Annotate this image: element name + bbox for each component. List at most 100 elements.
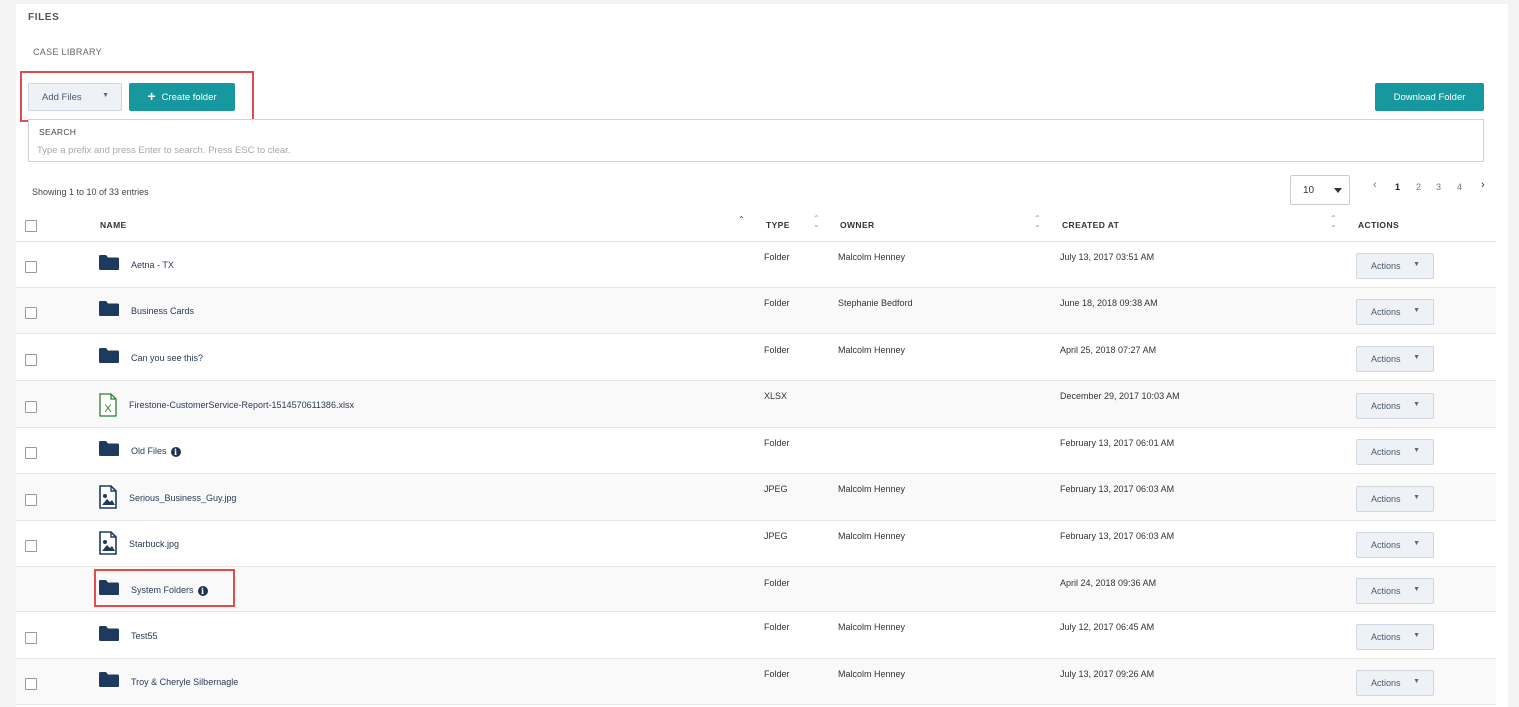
file-created-at: February 13, 2017 06:03 AM (1060, 531, 1175, 541)
file-owner: Stephanie Bedford (838, 298, 913, 308)
file-name-text: Firestone-CustomerService-Report-1514570… (129, 399, 354, 410)
pagination-page-4[interactable]: 4 (1457, 182, 1462, 192)
folder-icon[interactable] (98, 671, 120, 693)
table-row[interactable] (16, 567, 1496, 612)
actions-dropdown-button[interactable]: Actions ▼ (1356, 299, 1434, 325)
chevron-down-icon: ▼ (1413, 585, 1420, 593)
table-row[interactable] (16, 242, 1496, 288)
file-name-link[interactable]: Firestone-CustomerService-Report-1514570… (129, 400, 354, 410)
file-name-link[interactable]: Business Cards (131, 306, 194, 316)
chevron-down-icon: ▼ (1413, 447, 1420, 454)
actions-dropdown-button[interactable]: Actions ▼ (1356, 532, 1434, 558)
table-row[interactable] (16, 288, 1496, 334)
chevron-down-icon: ▼ (1413, 400, 1420, 408)
row-checkbox[interactable] (25, 400, 37, 413)
sort-icon[interactable]: ⌃ ⌄ (813, 215, 820, 229)
image-file-icon[interactable] (98, 484, 118, 514)
download-folder-button[interactable]: Download Folder (1375, 83, 1484, 111)
table-row[interactable] (16, 428, 1496, 474)
row-checkbox[interactable] (25, 261, 37, 273)
file-type: JPEG (764, 484, 788, 494)
actions-dropdown-button[interactable]: Actions ▼ (1356, 439, 1434, 465)
select-all-checkbox[interactable] (25, 220, 37, 232)
chevron-down-icon: ▼ (102, 92, 109, 99)
row-checkbox[interactable] (25, 493, 37, 506)
file-name-link[interactable]: Starbuck.jpg (129, 539, 179, 549)
table-row[interactable] (16, 612, 1496, 659)
search-box: SEARCH (28, 119, 1484, 162)
actions-dropdown-button[interactable]: Actions ▼ (1356, 670, 1434, 696)
chevron-down-icon: ▼ (1413, 631, 1420, 639)
file-created-at: December 29, 2017 10:03 AM (1060, 391, 1180, 401)
info-icon[interactable]: i (170, 447, 181, 457)
folder-icon[interactable] (98, 254, 120, 276)
page-size-value: 10 (1303, 184, 1315, 196)
file-name-text: Old Files (131, 446, 167, 456)
pagination-page-1[interactable]: 1 (1395, 182, 1400, 192)
file-owner: Malcolm Henney (838, 345, 906, 355)
file-type: Folder (764, 578, 790, 588)
column-header-name[interactable]: NAME (100, 220, 127, 230)
file-created-at: April 24, 2018 09:36 AM (1060, 578, 1157, 588)
row-checkbox[interactable] (25, 678, 37, 690)
actions-label: Actions (1371, 678, 1401, 688)
actions-label: Actions (1371, 447, 1401, 457)
sort-icon[interactable]: ⌃ ⌄ (1330, 215, 1337, 229)
column-header-type[interactable]: TYPE (766, 220, 790, 230)
file-type: Folder (764, 252, 790, 262)
info-icon[interactable]: i (197, 585, 208, 596)
file-type: XLSX (764, 391, 788, 401)
actions-dropdown-button[interactable]: Actions ▼ (1356, 623, 1434, 650)
folder-icon[interactable] (98, 347, 120, 369)
pagination-next[interactable]: › (1481, 179, 1485, 191)
folder-icon[interactable] (98, 300, 120, 322)
actions-label: Actions (1371, 631, 1401, 642)
file-created-at: February 13, 2017 06:01 AM (1060, 438, 1175, 448)
file-name-link[interactable]: Serious_Business_Guy.jpg (129, 493, 236, 503)
file-name-link[interactable]: Troy & Cheryle Silbernagle (131, 677, 238, 687)
file-name-link[interactable]: Old Files i (131, 446, 181, 457)
folder-icon[interactable] (98, 579, 120, 601)
actions-dropdown-button[interactable]: Actions ▼ (1356, 392, 1434, 419)
row-checkbox[interactable] (25, 540, 37, 552)
folder-icon[interactable] (98, 625, 120, 647)
add-files-button[interactable]: Add Files ▼ (28, 83, 122, 111)
actions-dropdown-button[interactable]: Actions ▼ (1356, 253, 1434, 279)
file-name-link[interactable]: Aetna - TX (131, 260, 174, 270)
column-header-created-at[interactable]: CREATED AT (1062, 220, 1119, 230)
file-name-link[interactable]: Test55 (131, 631, 158, 641)
file-type: Folder (764, 669, 790, 679)
file-owner: Malcolm Henney (838, 484, 906, 494)
pagination-page-3[interactable]: 3 (1436, 182, 1441, 192)
row-checkbox[interactable] (25, 447, 37, 459)
image-file-icon[interactable] (98, 531, 118, 560)
table-row[interactable] (16, 334, 1496, 381)
search-input[interactable] (37, 142, 1467, 158)
excel-file-icon[interactable]: X (98, 392, 118, 422)
column-header-owner[interactable]: OWNER (840, 220, 875, 230)
pagination-page-2[interactable]: 2 (1416, 182, 1421, 192)
actions-dropdown-button[interactable]: Actions ▼ (1356, 577, 1434, 604)
row-checkbox[interactable] (25, 353, 37, 366)
pagination-prev[interactable]: ‹ (1373, 179, 1377, 191)
row-checkbox[interactable] (25, 631, 37, 644)
row-checkbox[interactable] (25, 307, 37, 319)
file-name-link[interactable]: Can you see this? (131, 353, 203, 363)
create-folder-button[interactable]: + Create folder (129, 83, 235, 111)
table-row[interactable] (16, 474, 1496, 521)
file-name-link[interactable]: System Folders i (131, 585, 208, 596)
sort-asc-icon[interactable]: ⌃ (738, 216, 745, 224)
chevron-down-icon: ▼ (1413, 353, 1420, 361)
actions-dropdown-button[interactable]: Actions ▼ (1356, 485, 1434, 512)
search-label: SEARCH (39, 127, 77, 137)
file-created-at: July 13, 2017 09:26 AM (1060, 669, 1155, 679)
page-size-select[interactable]: 10 (1290, 175, 1350, 205)
file-type: Folder (764, 345, 790, 355)
folder-icon[interactable] (98, 440, 120, 462)
page-title: FILES (28, 12, 60, 23)
actions-dropdown-button[interactable]: Actions ▼ (1356, 345, 1434, 372)
sort-icon[interactable]: ⌃ ⌄ (1034, 215, 1041, 229)
file-type: JPEG (764, 531, 788, 541)
table-row[interactable] (16, 521, 1496, 567)
actions-label: Actions (1371, 493, 1401, 504)
